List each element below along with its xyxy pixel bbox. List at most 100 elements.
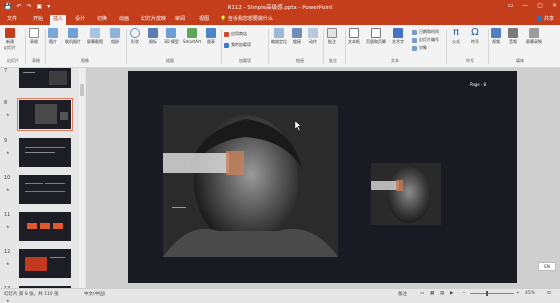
datetime-button[interactable]: 日期和时间: [412, 29, 439, 35]
image-button[interactable]: 图片: [48, 28, 58, 45]
tab-view[interactable]: 视图: [196, 15, 212, 25]
3d-model-button[interactable]: 3D 模型: [164, 28, 179, 45]
scrollbar-thumb[interactable]: [80, 84, 84, 96]
tab-file[interactable]: 文件: [4, 15, 20, 25]
group-label-illustrations: 插图: [166, 58, 174, 63]
tab-transitions[interactable]: 切换: [94, 15, 110, 25]
tab-home[interactable]: 开始: [30, 15, 46, 25]
zoom-out-icon[interactable]: −: [462, 291, 466, 296]
share-button[interactable]: 👤 共享: [536, 15, 554, 22]
zoom-slider[interactable]: [470, 292, 514, 294]
tell-me-search[interactable]: 💡 告诉我您想要做什么: [220, 15, 273, 22]
group-label-tables: 表格: [32, 58, 40, 63]
equation-button[interactable]: π 公式: [451, 28, 461, 45]
app-store-button[interactable]: 应用商店: [224, 31, 247, 37]
thumb-accent-line: [25, 147, 65, 148]
header-footer-button[interactable]: 页眉和页脚: [366, 28, 386, 45]
thumb-photo: [35, 104, 57, 124]
image-label: 图片: [49, 39, 57, 44]
group-divider: [446, 29, 447, 64]
slide-number-icon: [412, 37, 417, 43]
screen-record-button[interactable]: 屏幕录制: [526, 28, 542, 45]
thumbnail-scrollbar[interactable]: [79, 68, 85, 288]
textbox-button[interactable]: 文本框: [348, 28, 360, 45]
zoom-level[interactable]: 45%: [525, 291, 535, 296]
maximize-icon[interactable]: ▢: [537, 2, 543, 9]
comment-icon: [327, 28, 337, 38]
group-label-links: 链接: [296, 58, 304, 63]
my-addins-label: 我的加载项: [231, 42, 251, 47]
wordart-icon: [393, 28, 403, 38]
shapes-icon: [130, 28, 140, 38]
video-button[interactable]: 视频: [491, 28, 501, 45]
slide-thumbnail-9[interactable]: [19, 138, 71, 167]
view-sorter-icon[interactable]: ▦: [430, 291, 434, 296]
notes-button[interactable]: 备注: [398, 291, 407, 297]
smartart-icon: [187, 28, 198, 38]
tab-insert[interactable]: 插入: [50, 15, 67, 25]
close-icon[interactable]: ✕: [552, 2, 557, 9]
thumb-photo: [49, 71, 67, 85]
ribbon-display-icon[interactable]: ▭: [508, 2, 514, 9]
view-slideshow-icon[interactable]: ▶: [450, 291, 453, 296]
group-divider: [268, 29, 269, 64]
language-status[interactable]: 中文(中国): [84, 291, 106, 297]
chart-button[interactable]: 图表: [206, 28, 216, 45]
secondary-face: [387, 167, 431, 223]
tab-design[interactable]: 设计: [72, 15, 88, 25]
my-addins-button[interactable]: 我的加载项: [224, 42, 251, 48]
view-reading-icon[interactable]: ▤: [440, 291, 444, 296]
3d-model-label: 3D 模型: [164, 39, 179, 44]
symbol-button[interactable]: Ω 符号: [470, 28, 480, 45]
minimize-icon[interactable]: —: [522, 2, 528, 9]
group-label-images: 图像: [81, 58, 89, 63]
fit-slide-icon[interactable]: ⊡: [547, 291, 551, 296]
tab-slideshow[interactable]: 幻灯片放映: [138, 15, 169, 25]
tab-animations[interactable]: 动画: [116, 15, 132, 25]
tab-review[interactable]: 审阅: [172, 15, 188, 25]
comment-button[interactable]: 批注: [327, 28, 337, 45]
slide-thumbnail-7[interactable]: [19, 68, 71, 88]
ime-indicator[interactable]: EN: [538, 262, 556, 271]
smartart-button[interactable]: SmartArt: [183, 28, 201, 44]
speaker-icon: [508, 28, 518, 38]
new-slide-button[interactable]: 新建 幻灯片: [4, 28, 16, 51]
table-button[interactable]: 表格: [29, 28, 39, 45]
transition-star-icon: ★: [6, 298, 10, 303]
slide-thumbnail-12[interactable]: [19, 249, 71, 278]
slide-thumbnail-11[interactable]: [19, 212, 71, 241]
object-button[interactable]: 对象: [412, 45, 427, 51]
wordart-button[interactable]: 艺术字: [392, 28, 404, 45]
zoom-button[interactable]: 缩放定位: [271, 28, 287, 45]
slide-thumbnail-10[interactable]: [19, 175, 71, 204]
action-button[interactable]: 动作: [308, 28, 318, 45]
icons-button[interactable]: 图标: [148, 28, 158, 45]
zoom-in-icon[interactable]: +: [516, 291, 520, 296]
zoom-slider-thumb[interactable]: [486, 290, 488, 296]
store-icon: [224, 31, 229, 37]
online-image-button[interactable]: 联机图片: [65, 28, 81, 45]
zoom-icon: [274, 28, 284, 38]
link-label: 链接: [293, 39, 301, 44]
slide-number-button[interactable]: 幻灯片编号: [412, 37, 439, 43]
link-button[interactable]: 链接: [292, 28, 302, 45]
new-slide-label: 新建 幻灯片: [4, 39, 16, 50]
audio-button[interactable]: 音频: [508, 28, 518, 45]
object-label: 对象: [419, 45, 427, 50]
secondary-brush-stroke: [371, 181, 399, 190]
shape-label: 形状: [131, 39, 139, 44]
slide-artwork: [163, 105, 441, 257]
datetime-label: 日期和时间: [419, 29, 439, 34]
slide-thumbnail-8[interactable]: [17, 98, 73, 131]
slide-number: 7: [4, 68, 8, 74]
action-label: 动作: [309, 39, 317, 44]
view-normal-icon[interactable]: ▭: [420, 291, 424, 296]
album-button[interactable]: 相册: [110, 28, 120, 45]
screenshot-button[interactable]: 屏幕截图: [87, 28, 103, 45]
shape-button[interactable]: 形状: [130, 28, 140, 45]
ribbon-insert: 新建 幻灯片 幻灯片 表格 表格 图片 联机图片 屏幕截图 相册 图像 形状 图…: [0, 25, 560, 68]
group-label-text: 文本: [391, 58, 399, 63]
current-slide[interactable]: [128, 71, 517, 283]
textbox-icon: [349, 28, 359, 38]
object-icon: [412, 45, 417, 51]
